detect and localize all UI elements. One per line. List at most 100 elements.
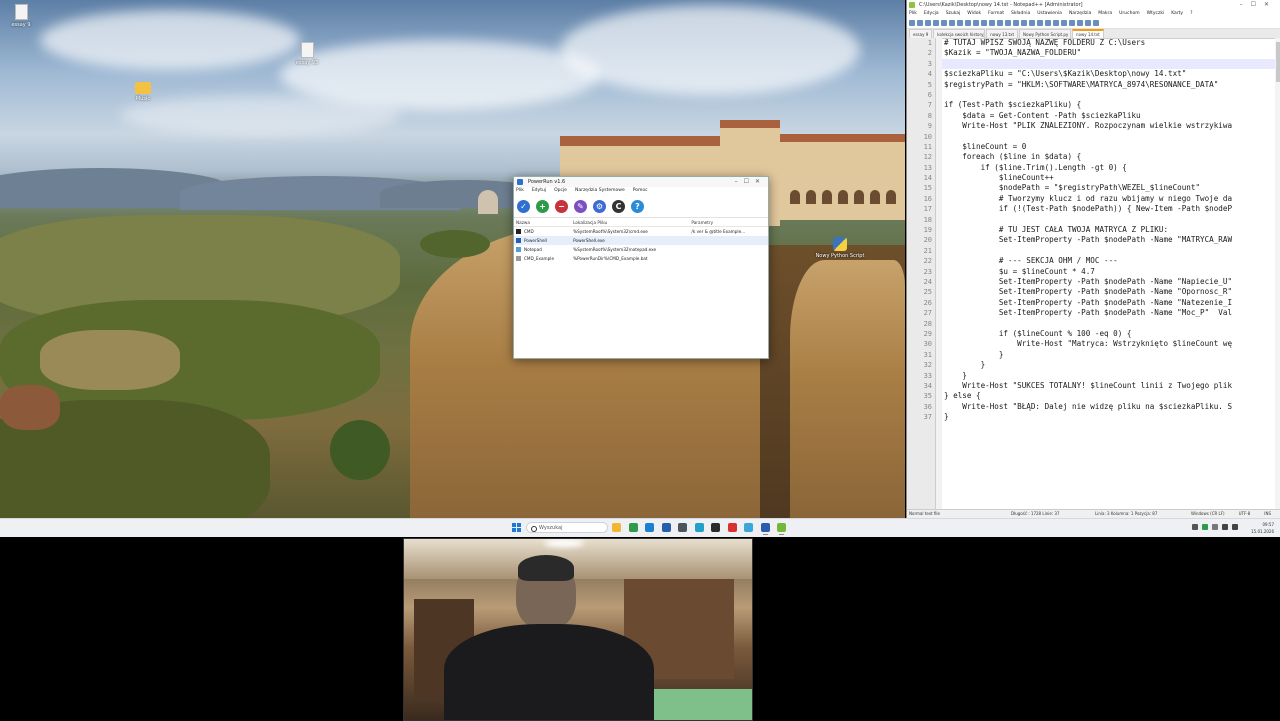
menu-item[interactable]: Widok [967,10,981,18]
chrome-icon[interactable] [628,523,638,532]
table-row[interactable]: PowerShell PowerShell.exe [514,236,768,245]
taskbar-search-box[interactable]: Wyszukaj [526,522,608,533]
code-line[interactable] [942,319,1280,329]
menu-item[interactable]: Uruchom [1119,10,1139,18]
menu-item[interactable]: Plik [909,10,917,18]
code-line[interactable]: if ($line.Trim().Length -gt 0) { [942,163,1280,173]
redo-icon[interactable] [997,20,1003,26]
settings-icon[interactable] [678,523,687,532]
terminal-icon[interactable] [711,523,720,532]
code-line[interactable]: # Tworzymy klucz i od razu wbijamy w nie… [942,194,1280,204]
open-file-icon[interactable] [917,20,923,26]
menu-item-help[interactable]: Pomoc [633,187,648,195]
photos-icon[interactable] [694,523,704,532]
code-line[interactable]: $data = Get-Content -Path $sciezkaPliku [942,111,1280,121]
code-line[interactable]: Set-ItemProperty -Path $nodePath -Name "… [942,287,1280,297]
tray-app-icon[interactable] [1202,524,1208,530]
save-icon[interactable] [925,20,931,26]
menu-item[interactable]: Karty [1171,10,1183,18]
code-line[interactable]: $registryPath = "HKLM:\SOFTWARE\MATRYCA_… [942,80,1280,90]
edit-icon[interactable]: ✎ [574,199,587,213]
word-wrap-icon[interactable] [1045,20,1051,26]
wifi-icon[interactable] [1222,524,1228,530]
notepadpp-window[interactable]: C:\Users\Kazik\Desktop\nowy 14.txt - Not… [906,0,1280,518]
save-all-icon[interactable] [933,20,939,26]
desktop-icon-python-script[interactable]: Nowy Python Script [815,237,865,259]
column-header-path[interactable]: Lokalizacja Pliku [571,218,690,227]
cut-icon[interactable] [965,20,971,26]
menu-item-system-tools[interactable]: Narzędzia Systemowe [575,187,625,195]
indent-guide-icon[interactable] [1061,20,1067,26]
code-line[interactable]: } [942,371,1280,381]
table-row[interactable]: CMD_Example %PowerRunDir%\CMD_Example.ba… [514,254,768,263]
window-controls[interactable]: –☐✕ [735,177,766,187]
code-line[interactable]: foreach ($line in $data) { [942,152,1280,162]
code-line[interactable]: $u = $lineCount * 4.7 [942,267,1280,277]
code-line[interactable]: if (Test-Path $sciezkaPliku) { [942,100,1280,110]
column-header-name[interactable]: Nazwa [514,218,572,227]
editor-tab[interactable]: nowy 14.txt [1072,29,1104,38]
cmd-icon[interactable]: C [612,199,625,213]
editor-tab[interactable]: kolekcja swoich historyjek.txt [933,29,986,38]
menu-item[interactable]: Składnia [1011,10,1030,18]
chevron-up-icon[interactable] [1192,524,1198,530]
tray-app-icon[interactable] [1212,524,1218,530]
menu-item-edit[interactable]: Edytuj [532,187,546,195]
find-icon[interactable] [1005,20,1011,26]
new-file-icon[interactable] [909,20,915,26]
code-line[interactable]: Write-Host "PLIK ZNALEZIONY. Rozpoczynam… [942,121,1280,131]
menu-item[interactable]: Szukaj [946,10,961,18]
volume-icon[interactable] [1232,524,1238,530]
desktop-icon-essay93[interactable]: essay 93 [282,42,332,66]
code-line[interactable]: Write-Host "SUKCES TOTALNY! $lineCount l… [942,381,1280,391]
code-line[interactable] [942,132,1280,142]
menu-item[interactable]: Format [988,10,1004,18]
code-line[interactable]: } [942,412,1280,422]
code-line[interactable]: # TU JEST CAŁA TWOJA MATRYCA Z PLIKU: [942,225,1280,235]
menu-item[interactable]: Edycja [924,10,939,18]
file-explorer-icon[interactable] [612,523,621,532]
help-icon[interactable]: ? [631,199,644,213]
powerrun-window[interactable]: PowerRun v1.6 –☐✕ Plik Edytuj Opcje Narz… [513,176,769,359]
code-line[interactable]: $nodePath = "$registryPath\WEZEL_$lineCo… [942,183,1280,193]
notepadpp-icon[interactable] [777,523,786,535]
code-line[interactable]: } [942,350,1280,360]
code-text-area[interactable]: # TUTAJ WPISZ SWOJĄ NAZWĘ FOLDERU Z C:\U… [942,38,1280,510]
mail-icon[interactable] [661,523,671,532]
menu-item[interactable]: Narzędzia [1069,10,1091,18]
start-button[interactable] [512,523,521,532]
desktop-icon-music[interactable]: Music [118,82,168,102]
run-icon[interactable] [1093,20,1099,26]
column-header-params[interactable]: Parametry [689,218,768,227]
table-row[interactable]: Notepad %SystemRoot%\System32\notepad.ex… [514,245,768,254]
paste-icon[interactable] [981,20,987,26]
powerrun-titlebar[interactable]: PowerRun v1.6 –☐✕ [514,177,768,187]
code-line[interactable]: Set-ItemProperty -Path $nodePath -Name "… [942,308,1280,318]
code-line[interactable]: $Kazik = "TWOJA_NAZWA_FOLDERU" [942,48,1280,58]
code-line[interactable]: $lineCount++ [942,173,1280,183]
window-controls[interactable]: –☐✕ [1240,0,1277,10]
notepadpp-titlebar[interactable]: C:\Users\Kazik\Desktop\nowy 14.txt - Not… [907,0,1280,10]
close-all-icon[interactable] [949,20,955,26]
editor-tab[interactable]: Nowy Python Script.py [1019,29,1072,38]
menu-item[interactable]: Makra [1098,10,1112,18]
code-editor[interactable]: 1 2 3 4 5 6 7 8 9 10 11 12 13 14 15 16 17 18 19 20 21 22 23 24 2… [907,38,1280,510]
code-line[interactable]: # TUTAJ WPISZ SWOJĄ NAZWĘ FOLDERU Z C:\U… [942,38,1280,48]
macro-play-icon[interactable] [1085,20,1091,26]
sync-scroll-icon[interactable] [1037,20,1043,26]
menu-item[interactable]: Wtyczki [1147,10,1165,18]
edge-icon[interactable] [645,523,654,532]
code-line[interactable] [942,58,1280,70]
macro-record-icon[interactable] [1069,20,1075,26]
zoom-out-icon[interactable] [1029,20,1035,26]
print-icon[interactable] [957,20,963,26]
code-line[interactable] [942,246,1280,256]
code-line[interactable]: Write-Host "BŁĄD: Dalej nie widzę pliku … [942,402,1280,412]
app-red-icon[interactable] [727,523,737,532]
macro-stop-icon[interactable] [1077,20,1083,26]
menu-item[interactable]: Ustawienia [1037,10,1062,18]
menu-item-options[interactable]: Opcje [554,187,567,195]
menu-item[interactable]: ? [1190,10,1192,18]
show-all-chars-icon[interactable] [1053,20,1059,26]
menu-item-file[interactable]: Plik [516,187,524,195]
